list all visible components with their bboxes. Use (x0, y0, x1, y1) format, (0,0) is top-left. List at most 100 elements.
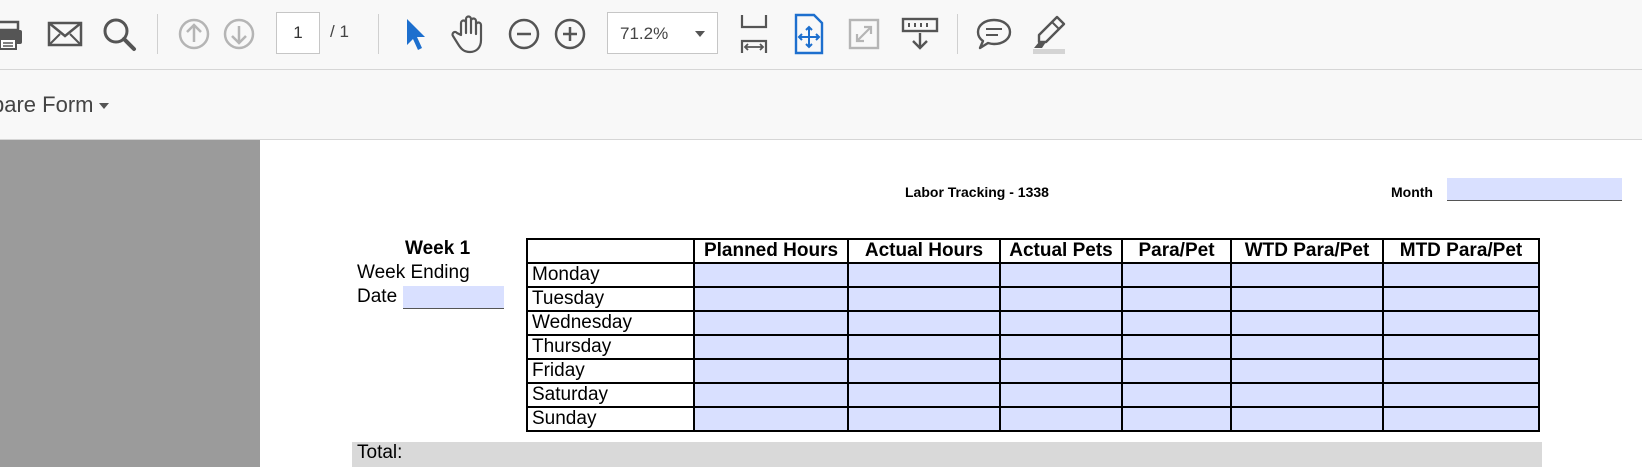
next-page-icon[interactable] (222, 17, 256, 51)
mtd-para-pet-field[interactable] (1382, 310, 1540, 336)
wtd-para-pet-field[interactable] (1230, 310, 1384, 336)
total-label: Total: (357, 442, 403, 463)
wtd-para-pet-field[interactable] (1230, 334, 1384, 360)
para-pet-field[interactable] (1121, 286, 1232, 312)
actual-hours-field[interactable] (847, 382, 1001, 408)
day-label: Monday (526, 262, 695, 288)
column-header: Actual Pets (999, 238, 1123, 264)
table-row: Thursday (526, 334, 1540, 360)
zoom-in-icon[interactable] (553, 17, 587, 51)
planned-hours-field[interactable] (693, 310, 849, 336)
table-header-row: Planned Hours Actual Hours Actual Pets P… (526, 238, 1540, 264)
planned-hours-field[interactable] (693, 406, 849, 432)
full-screen-icon[interactable] (846, 15, 882, 53)
table-row: Tuesday (526, 286, 1540, 312)
email-icon[interactable] (47, 17, 83, 51)
document-background (0, 140, 260, 467)
week-ending-date-field[interactable] (403, 286, 504, 309)
actual-pets-field[interactable] (999, 358, 1123, 384)
actual-hours-field[interactable] (847, 406, 1001, 432)
planned-hours-field[interactable] (693, 262, 849, 288)
toolbar-separator (157, 14, 158, 54)
column-header: Planned Hours (693, 238, 849, 264)
wtd-para-pet-field[interactable] (1230, 262, 1384, 288)
week-ending-label: Week Ending (357, 262, 470, 283)
tool-pane-bar: pare Form (0, 70, 1642, 140)
wtd-para-pet-field[interactable] (1230, 382, 1384, 408)
wtd-para-pet-field[interactable] (1230, 358, 1384, 384)
fit-width-icon[interactable] (736, 13, 772, 55)
para-pet-field[interactable] (1121, 310, 1232, 336)
zoom-select[interactable]: 71.2% (607, 12, 718, 54)
hand-tool-icon[interactable] (451, 13, 489, 55)
planned-hours-field[interactable] (693, 382, 849, 408)
select-cursor-icon[interactable] (401, 15, 431, 53)
actual-pets-field[interactable] (999, 262, 1123, 288)
comment-icon[interactable] (975, 15, 1013, 53)
planned-hours-field[interactable] (693, 358, 849, 384)
fit-page-icon[interactable] (790, 13, 826, 55)
page-number-input[interactable]: 1 (276, 12, 320, 54)
date-label: Date (357, 286, 398, 307)
previous-page-icon[interactable] (177, 17, 211, 51)
zoom-value: 71.2% (620, 24, 669, 43)
actual-pets-field[interactable] (999, 310, 1123, 336)
prepare-form-label: pare Form (0, 92, 94, 117)
actual-hours-field[interactable] (847, 334, 1001, 360)
planned-hours-field[interactable] (693, 286, 849, 312)
day-label: Tuesday (526, 286, 695, 312)
page-total: / 1 (330, 22, 349, 41)
column-header: Actual Hours (847, 238, 1001, 264)
mtd-para-pet-field[interactable] (1382, 382, 1540, 408)
para-pet-field[interactable] (1121, 334, 1232, 360)
mtd-para-pet-field[interactable] (1382, 286, 1540, 312)
table-header-empty (526, 238, 695, 264)
mtd-para-pet-field[interactable] (1382, 334, 1540, 360)
actual-hours-field[interactable] (847, 310, 1001, 336)
day-label: Friday (526, 358, 695, 384)
table-row: Friday (526, 358, 1540, 384)
zoom-out-icon[interactable] (507, 17, 541, 51)
para-pet-field[interactable] (1121, 358, 1232, 384)
search-icon[interactable] (101, 15, 137, 53)
mtd-para-pet-field[interactable] (1382, 262, 1540, 288)
chevron-down-icon (99, 103, 110, 110)
column-header: WTD Para/Pet (1230, 238, 1384, 264)
column-header: MTD Para/Pet (1382, 238, 1540, 264)
para-pet-field[interactable] (1121, 406, 1232, 432)
actual-pets-field[interactable] (999, 286, 1123, 312)
para-pet-field[interactable] (1121, 382, 1232, 408)
month-field[interactable] (1447, 178, 1622, 201)
highlight-pen-icon[interactable] (1029, 13, 1069, 55)
para-pet-field[interactable] (1121, 262, 1232, 288)
labor-table: Planned Hours Actual Hours Actual Pets P… (526, 238, 1540, 432)
wtd-para-pet-field[interactable] (1230, 286, 1384, 312)
toolbar: 1 / 1 71.2% (0, 0, 1642, 70)
actual-pets-field[interactable] (999, 334, 1123, 360)
day-label: Wednesday (526, 310, 695, 336)
day-label: Saturday (526, 382, 695, 408)
mtd-para-pet-field[interactable] (1382, 406, 1540, 432)
chevron-down-icon (695, 31, 705, 37)
prepare-form-menu[interactable]: pare Form (0, 92, 110, 118)
table-row: Saturday (526, 382, 1540, 408)
actual-hours-field[interactable] (847, 286, 1001, 312)
planned-hours-field[interactable] (693, 334, 849, 360)
actual-pets-field[interactable] (999, 382, 1123, 408)
table-row: Monday (526, 262, 1540, 288)
actual-hours-field[interactable] (847, 262, 1001, 288)
pdf-page: Labor Tracking - 1338 Month Week 1 Week … (260, 140, 1642, 467)
day-label: Thursday (526, 334, 695, 360)
document-title: Labor Tracking - 1338 (905, 184, 1049, 200)
actual-hours-field[interactable] (847, 358, 1001, 384)
actual-pets-field[interactable] (999, 406, 1123, 432)
wtd-para-pet-field[interactable] (1230, 406, 1384, 432)
table-row: Wednesday (526, 310, 1540, 336)
read-mode-icon[interactable] (900, 15, 940, 53)
total-row (352, 442, 1542, 467)
toolbar-separator (378, 14, 379, 54)
print-icon[interactable] (0, 14, 28, 54)
mtd-para-pet-field[interactable] (1382, 358, 1540, 384)
week-title: Week 1 (405, 238, 471, 259)
column-header: Para/Pet (1121, 238, 1232, 264)
